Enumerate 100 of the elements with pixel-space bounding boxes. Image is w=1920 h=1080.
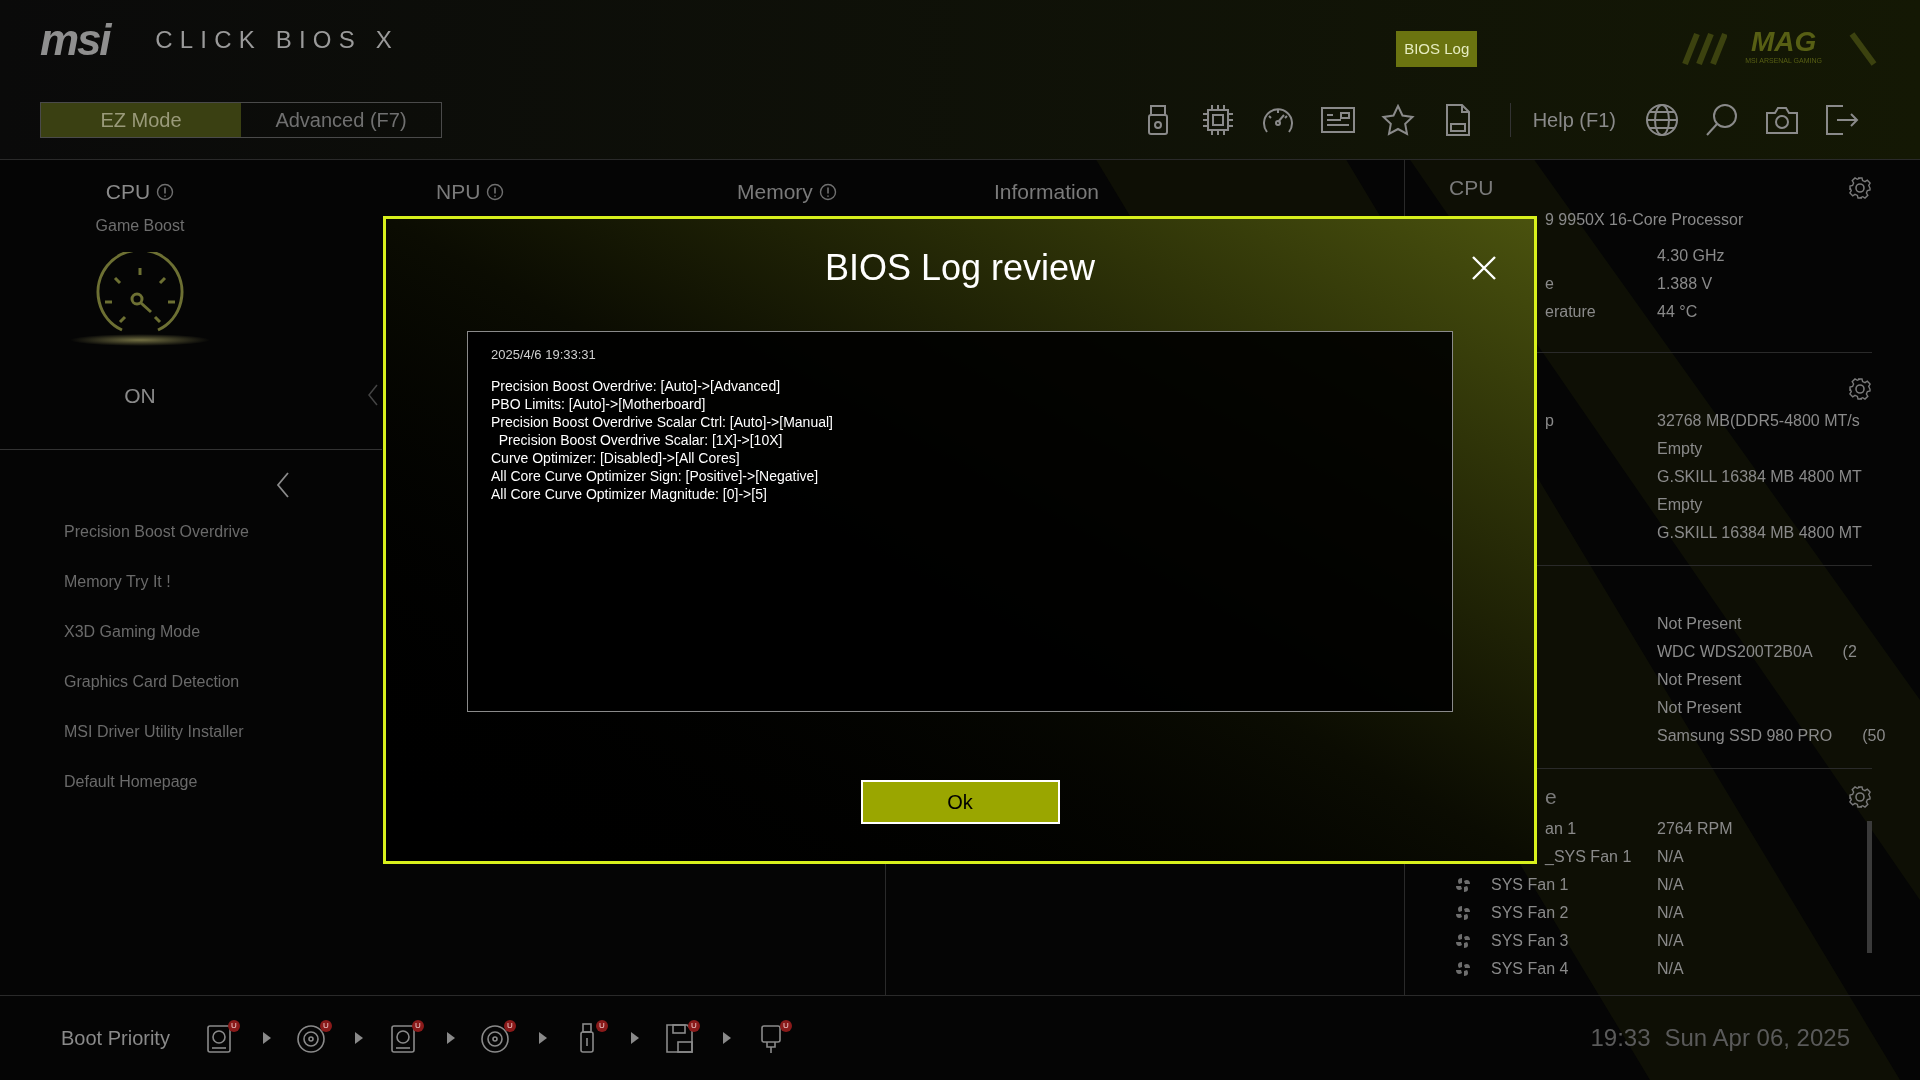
log-file-icon[interactable] [1444, 104, 1471, 136]
fan-value: N/A [1657, 847, 1684, 867]
dialog-title: BIOS Log review [824, 246, 1096, 290]
exit-icon[interactable] [1825, 104, 1859, 136]
fan-value: N/A [1657, 875, 1684, 895]
arrow-right-icon [353, 1031, 364, 1045]
arrow-right-icon [445, 1031, 456, 1045]
usb-badge: U [779, 1020, 792, 1032]
processor-name: 9 9950X 16-Core Processor [1545, 211, 1744, 228]
fan-value: N/A [1657, 959, 1684, 979]
menu-item[interactable]: MSI Driver Utility Installer [64, 720, 382, 743]
info-value: G.SKILL 16384 MB 4800 MT [1657, 467, 1862, 487]
ok-button[interactable]: Ok [860, 780, 1060, 824]
info-value: 1.388 V [1657, 274, 1713, 294]
info-icon[interactable] [818, 182, 837, 201]
log-line: All Core Curve Optimizer Magnitude: [0]->[5] [491, 484, 768, 503]
globe-icon[interactable] [1645, 103, 1679, 137]
column-title: Information [994, 179, 1100, 205]
cpu-chip-icon[interactable] [1201, 104, 1234, 136]
info-label: e [1545, 275, 1554, 292]
log-timestamp: 2025/4/6 19:33:31 [491, 346, 597, 364]
section-title: e [1545, 784, 1557, 811]
section-title: CPU [1449, 175, 1494, 202]
game-boost-state: ON [123, 382, 157, 409]
clock-date: Sun Apr 06, 2025 [1664, 1023, 1850, 1053]
menu-item[interactable]: Precision Boost Overdrive [64, 520, 382, 543]
usb-badge: U [411, 1020, 424, 1032]
fan-value: 2764 RPM [1657, 819, 1733, 839]
info-label: p [1545, 412, 1554, 429]
arrow-right-icon [629, 1031, 640, 1045]
clock-time: 19:33 [1590, 1023, 1651, 1053]
info-value: 44 °C [1657, 302, 1698, 322]
info-value: 4.30 GHz [1657, 246, 1725, 266]
star-icon[interactable] [1380, 104, 1415, 136]
log-line: Precision Boost Overdrive Scalar: [1X]->[10X] [497, 430, 784, 449]
info-value: Samsung SSD 980 PRO [1657, 726, 1833, 746]
menu-item[interactable]: X3D Gaming Mode [64, 620, 382, 643]
log-line: Precision Boost Overdrive Scalar Ctrl: [Auto]->[Manual] [491, 412, 834, 431]
info-value: Empty [1657, 439, 1703, 459]
info-value: Not Present [1657, 670, 1742, 690]
fan-icon [1455, 961, 1471, 977]
usb-badge: U [319, 1020, 332, 1032]
fan-label: SYS Fan 3 [1491, 931, 1569, 951]
product-title: CLICK BIOS X [155, 25, 399, 55]
logo-title: MAG [1750, 27, 1817, 56]
section-title: CPU [105, 179, 151, 205]
menu-item[interactable]: Graphics Card Detection [64, 670, 382, 693]
fan-label: SYS Fan 4 [1491, 959, 1569, 979]
log-line: All Core Curve Optimizer Sign: [Positive]->[Negative] [491, 466, 820, 485]
column-title: NPU [436, 179, 481, 205]
info-value: G.SKILL 16384 MB 4800 MT [1657, 523, 1862, 543]
info-value: (50 [1862, 726, 1886, 746]
usb-drive-icon[interactable] [1146, 105, 1169, 135]
help-button[interactable]: Help (F1) [1532, 105, 1616, 135]
camera-icon[interactable] [1765, 105, 1799, 135]
fan-label: _SYS Fan 1 [1545, 847, 1632, 867]
log-line: Curve Optimizer: [Disabled]->[All Cores] [491, 448, 741, 467]
arrow-right-icon [537, 1031, 548, 1045]
arrow-right-icon [261, 1031, 272, 1045]
menu-item[interactable]: Default Homepage [64, 770, 382, 793]
fan-label: an 1 [1545, 819, 1577, 839]
usb-badge: U [227, 1020, 240, 1032]
info-value: WDC WDS200T2B0A [1657, 642, 1813, 662]
scrollbar[interactable] [1867, 821, 1872, 953]
fan-icon [1455, 905, 1471, 921]
fan-value: N/A [1657, 931, 1684, 951]
usb-badge: U [503, 1020, 516, 1032]
mode-tab[interactable]: Advanced (F7) [241, 103, 441, 137]
settings-icon[interactable] [1848, 377, 1872, 401]
brand-logo: msi [40, 18, 110, 62]
boot-priority-label: Boot Priority [61, 1026, 170, 1051]
log-line: PBO Limits: [Auto]->[Motherboard] [491, 394, 707, 413]
info-icon[interactable] [156, 182, 175, 201]
column-title: Memory [737, 179, 813, 205]
search-icon[interactable] [1705, 103, 1739, 137]
menu-item[interactable]: Memory Try It ! [64, 570, 382, 593]
usb-badge: U [595, 1020, 608, 1032]
info-label: erature [1545, 303, 1596, 320]
board-card-icon[interactable] [1320, 106, 1355, 134]
info-value: Not Present [1657, 698, 1742, 718]
info-value: 32768 MB(DDR5-4800 MT/s [1657, 411, 1860, 431]
fan-label: SYS Fan 2 [1491, 903, 1569, 923]
close-icon[interactable] [1471, 255, 1497, 281]
settings-icon[interactable] [1848, 785, 1872, 809]
info-value: Not Present [1657, 614, 1742, 634]
log-line: Precision Boost Overdrive: [Auto]->[Advanced] [491, 376, 782, 395]
fan-value: N/A [1657, 903, 1684, 923]
info-icon[interactable] [486, 182, 505, 201]
settings-icon[interactable] [1848, 176, 1872, 200]
section-subtitle: Game Boost [95, 215, 185, 236]
fan-icon [1455, 877, 1471, 893]
mode-tab[interactable]: EZ Mode [41, 103, 241, 137]
back-chevron-icon[interactable] [276, 472, 290, 498]
info-value: Empty [1657, 495, 1703, 515]
fan-label: SYS Fan 1 [1491, 875, 1569, 895]
bios-log-tag: BIOS Log [1396, 30, 1478, 68]
fan-icon [1455, 933, 1471, 949]
usb-badge: U [687, 1020, 700, 1032]
info-value: (2 [1842, 642, 1857, 662]
arrow-right-icon [721, 1031, 732, 1045]
